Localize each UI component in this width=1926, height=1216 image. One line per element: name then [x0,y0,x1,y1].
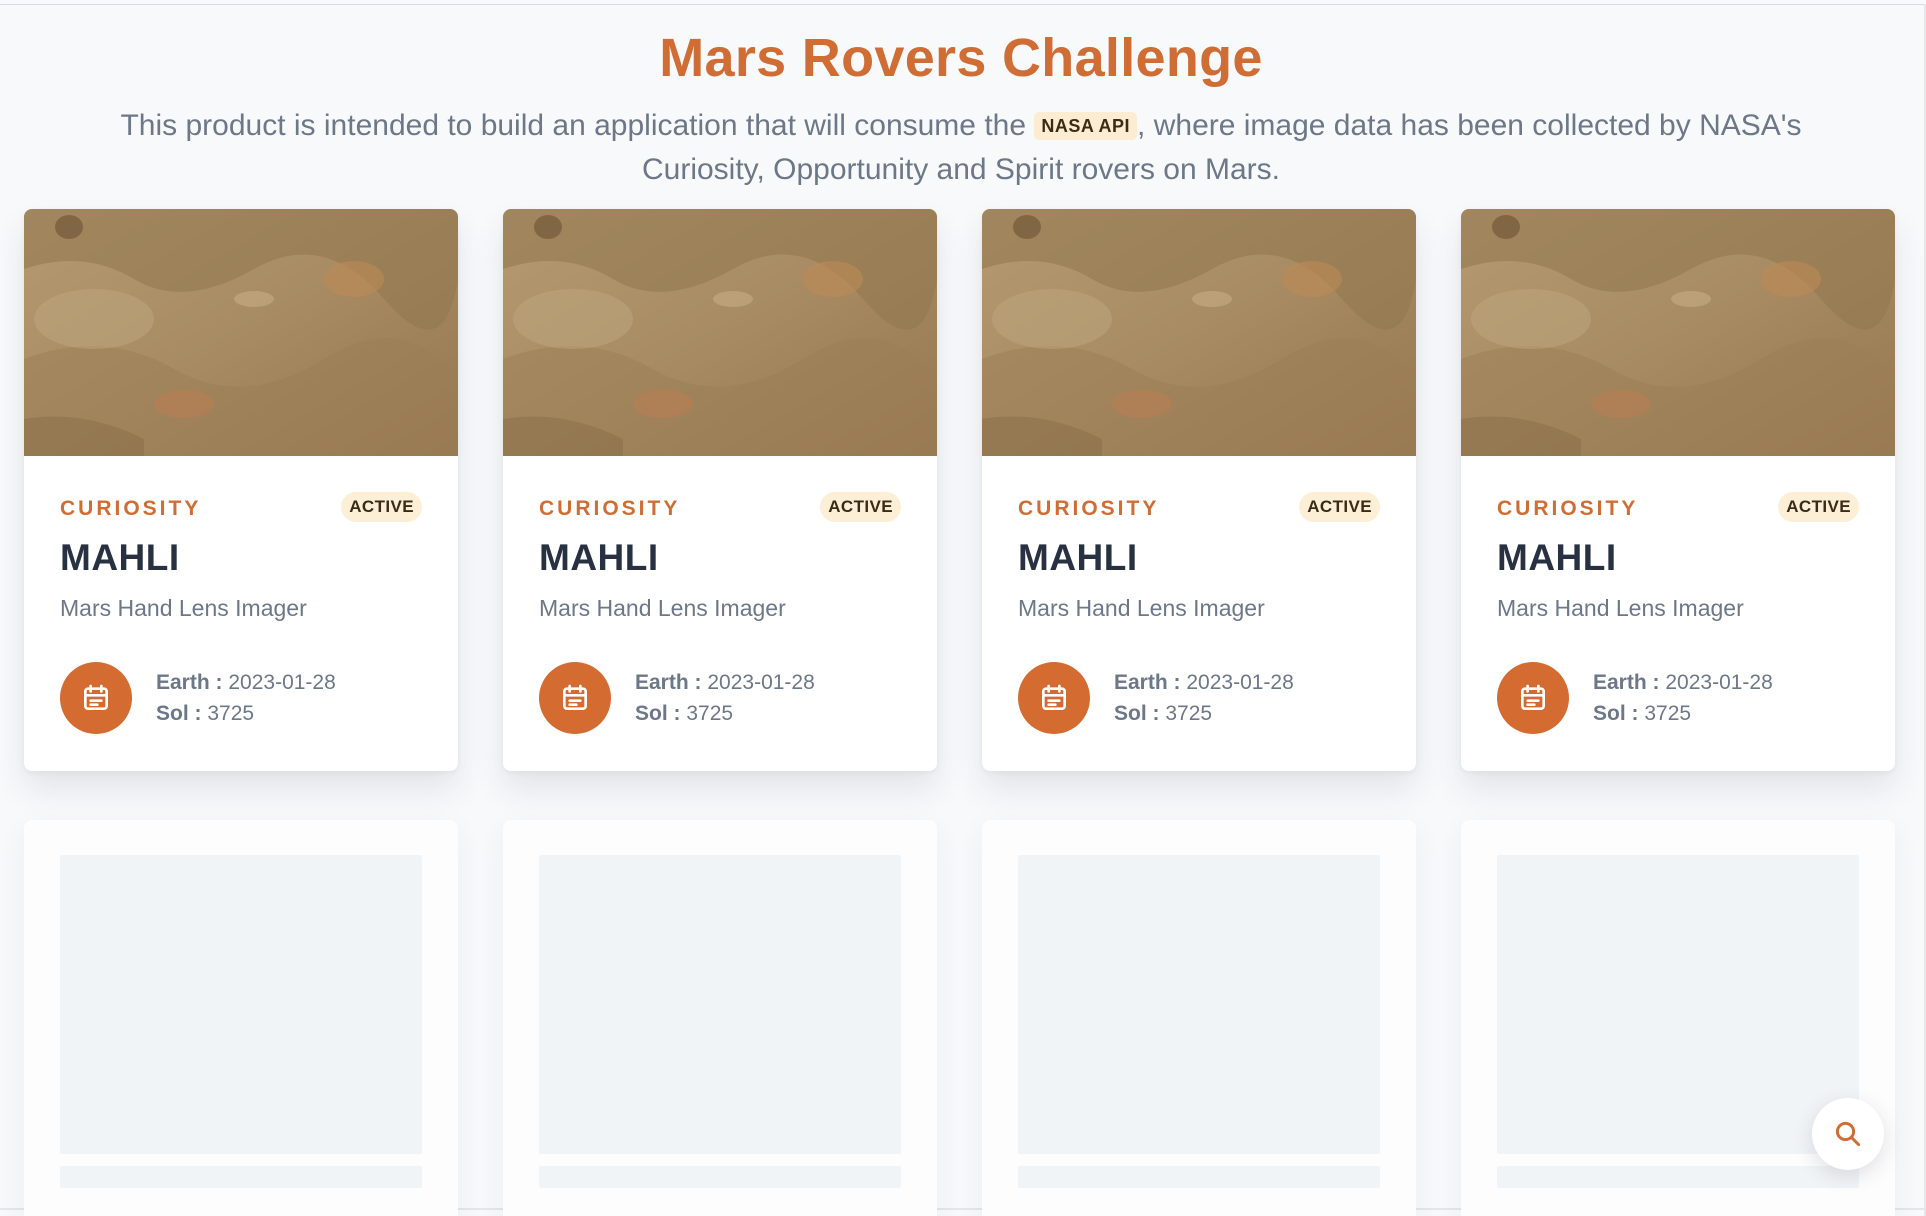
sol-value: 3725 [1644,702,1692,725]
sol: Sol : 3725 [156,702,254,726]
status-badge: ACTIVE [820,492,901,522]
sol: Sol : 3725 [1114,702,1212,726]
camera-name: MAHLI [60,537,180,578]
earth-date-label: Earth : [1114,671,1181,694]
skeleton-image-placeholder [1497,855,1859,1154]
status-badge: ACTIVE [1299,492,1380,522]
mars-photo[interactable] [24,209,458,456]
photo-card[interactable]: CURIOSITY ACTIVE MAHLI Mars Hand Lens Im… [24,209,458,771]
skeleton-text-placeholder [539,1166,901,1188]
skeleton-image-placeholder [1018,855,1380,1154]
earth-date: Earth : 2023-01-28 [1114,671,1294,695]
sol-label: Sol : [1593,702,1639,725]
page-intro: This product is intended to build an app… [56,104,1866,192]
sol-value: 3725 [1165,702,1213,725]
rover-name: CURIOSITY [60,497,202,520]
calendar-icon [539,662,611,734]
camera-full-name: Mars Hand Lens Imager [539,595,786,621]
skeleton-card [503,820,937,1216]
sol-label: Sol : [156,702,202,725]
skeleton-text-placeholder [1497,1166,1859,1188]
mars-photo-image [24,209,458,456]
skeleton-card [24,820,458,1216]
sol-label: Sol : [635,702,681,725]
mars-photo-image [982,209,1416,456]
earth-date-label: Earth : [1593,671,1660,694]
skeleton-image-placeholder [539,855,901,1154]
status-badge: ACTIVE [1778,492,1859,522]
page-header: Mars Rovers Challenge This product is in… [0,22,1922,192]
earth-date: Earth : 2023-01-28 [635,671,815,695]
calendar-icon [1018,662,1090,734]
skeleton-image-placeholder [60,855,422,1154]
mars-photo[interactable] [503,209,937,456]
earth-date: Earth : 2023-01-28 [156,671,336,695]
earth-date-value: 2023-01-28 [707,671,815,694]
sol-label: Sol : [1114,702,1160,725]
search-button[interactable] [1812,1098,1884,1170]
mars-photo-image [1461,209,1895,456]
photo-card[interactable]: CURIOSITY ACTIVE MAHLI Mars Hand Lens Im… [982,209,1416,771]
mars-photo[interactable] [1461,209,1895,456]
sol-value: 3725 [686,702,734,725]
sol: Sol : 3725 [635,702,733,726]
calendar-icon [60,662,132,734]
skeleton-text-placeholder [60,1166,422,1188]
photo-card[interactable]: CURIOSITY ACTIVE MAHLI Mars Hand Lens Im… [1461,209,1895,771]
earth-date: Earth : 2023-01-28 [1593,671,1773,695]
earth-date-label: Earth : [156,671,223,694]
sol: Sol : 3725 [1593,702,1691,726]
calendar-icon [1497,662,1569,734]
earth-date-value: 2023-01-28 [1665,671,1773,694]
intro-text-before: This product is intended to build an app… [120,109,1035,142]
sol-value: 3725 [207,702,255,725]
earth-date-value: 2023-01-28 [1186,671,1294,694]
rover-name: CURIOSITY [539,497,681,520]
mars-photo-image [503,209,937,456]
camera-full-name: Mars Hand Lens Imager [60,595,307,621]
page-title: Mars Rovers Challenge [659,28,1263,88]
earth-date-value: 2023-01-28 [228,671,336,694]
rover-name: CURIOSITY [1497,497,1639,520]
rover-name: CURIOSITY [1018,497,1160,520]
status-badge: ACTIVE [341,492,422,522]
top-border [0,4,1926,5]
skeleton-text-placeholder [1018,1166,1380,1188]
photo-card[interactable]: CURIOSITY ACTIVE MAHLI Mars Hand Lens Im… [503,209,937,771]
camera-name: MAHLI [1497,537,1617,578]
camera-name: MAHLI [539,537,659,578]
page: Mars Rovers Challenge This product is in… [0,0,1926,1216]
skeleton-card [982,820,1416,1216]
earth-date-label: Earth : [635,671,702,694]
nasa-api-badge: NASA API [1034,112,1138,140]
mars-photo[interactable] [982,209,1416,456]
search-icon [1835,1121,1861,1147]
camera-full-name: Mars Hand Lens Imager [1497,595,1744,621]
camera-name: MAHLI [1018,537,1138,578]
camera-full-name: Mars Hand Lens Imager [1018,595,1265,621]
